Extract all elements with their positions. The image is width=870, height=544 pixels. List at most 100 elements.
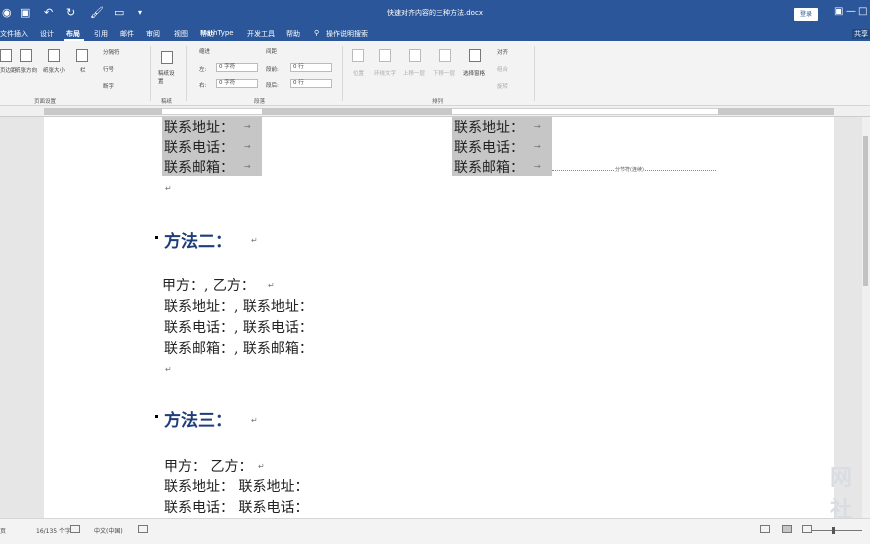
orientation-label: 纸张方向	[15, 68, 38, 74]
ribbon-tabs: 文件 插入 设计 布局 引用 邮件 审阅 视图 帮助 MathType 开发工具…	[0, 27, 870, 41]
zoom-slider[interactable]	[812, 530, 862, 531]
document-title: 快速对齐内容的三种方法.docx	[387, 9, 483, 17]
section-break-label: 分节符(连续)	[614, 166, 645, 173]
breaks-dropdown[interactable]: 分隔符	[103, 48, 120, 56]
page-setup-group-label: 页面设置	[34, 99, 57, 105]
wrap-text-icon[interactable]	[379, 49, 391, 62]
heading-bullet	[155, 236, 158, 239]
contact-phone-right: 联系电话：	[454, 140, 524, 156]
tab-design[interactable]: 设计	[40, 29, 54, 39]
method-two-line-3: 联系电话：, 联系电话：	[164, 320, 313, 336]
method-three-line-3: 联系电话： 联系电话：	[164, 500, 309, 516]
tab-mark: →	[534, 162, 541, 171]
tab-layout[interactable]: 布局	[66, 29, 80, 39]
title-bar: ◉ ▣ ↶ ↻ 🖌 ▭ ▾ 快速对齐内容的三种方法.docx 登录 ▣ — □	[0, 0, 870, 27]
print-layout-icon[interactable]	[782, 525, 792, 533]
redo-icon[interactable]: ↻	[66, 6, 75, 20]
paragraph-group-label: 段落	[254, 99, 266, 105]
bring-forward-icon[interactable]	[409, 49, 421, 62]
customize-qa-icon[interactable]: ▾	[138, 6, 142, 20]
manuscript-label: 稿纸设置	[158, 71, 175, 85]
word-count[interactable]: 16/135 个字	[36, 526, 71, 535]
tell-me-search[interactable]: 操作说明搜索	[326, 29, 368, 39]
size-icon[interactable]	[48, 49, 60, 62]
language-indicator[interactable]: 中文(中国)	[94, 526, 123, 535]
tab-mark: →	[244, 142, 251, 151]
spacing-heading: 间距	[266, 49, 278, 55]
ruler-margin	[44, 108, 162, 115]
undo-icon[interactable]: ↶	[44, 6, 53, 20]
method-three-line-2: 联系地址： 联系地址：	[164, 479, 309, 495]
spacing-after-label: 段后:	[266, 83, 279, 89]
method-two-line-2: 联系地址：, 联系地址：	[164, 299, 313, 315]
selection-pane-icon[interactable]	[469, 49, 481, 62]
margins-icon[interactable]	[0, 49, 12, 62]
tab-file[interactable]: 文件	[0, 29, 14, 39]
tab-review[interactable]: 审阅	[146, 29, 160, 39]
manuscript-group-label: 稿纸	[161, 99, 173, 105]
accessibility-icon[interactable]	[138, 525, 148, 533]
minimize-button[interactable]: —	[846, 6, 856, 17]
line-numbers-dropdown[interactable]: 行号	[103, 65, 114, 73]
web-layout-icon[interactable]	[802, 525, 812, 533]
screen-icon[interactable]: ▭	[114, 6, 124, 20]
send-backward-icon[interactable]	[439, 49, 451, 62]
indent-right-field[interactable]: 0 字符	[216, 79, 258, 88]
tab-mark: →	[244, 122, 251, 131]
method-two-heading: 方法二：	[164, 232, 232, 252]
spacing-after-field[interactable]: 0 行	[290, 79, 332, 88]
document-area: 联系地址： → 联系电话： → 联系邮箱： → ↵ 联系地址： → 联系电话： …	[0, 117, 870, 518]
tab-developer[interactable]: 开发工具	[247, 29, 275, 39]
group-separator	[150, 46, 151, 101]
ribbon-display-icon[interactable]: ▣	[834, 6, 843, 17]
horizontal-ruler[interactable]	[0, 106, 870, 117]
ruler-column-gap	[262, 108, 452, 115]
share-button[interactable]: 共享	[852, 29, 870, 39]
columns-label: 栏	[80, 68, 86, 74]
proofing-icon[interactable]	[70, 525, 80, 533]
document-page[interactable]	[44, 117, 834, 518]
indent-left-field[interactable]: 0 字符	[216, 63, 258, 72]
position-label: 位置	[353, 71, 365, 77]
group-dropdown[interactable]: 组合	[497, 65, 508, 73]
contact-phone-left: 联系电话：	[164, 140, 234, 156]
save-icon[interactable]: ▣	[20, 6, 30, 20]
login-button[interactable]: 登录	[794, 8, 818, 21]
method-three-heading: 方法三：	[164, 411, 232, 431]
format-painter-icon[interactable]: 🖌	[90, 6, 104, 20]
tab-help[interactable]: 帮助	[286, 29, 300, 39]
tab-view[interactable]: 视图	[174, 29, 188, 39]
tab-mailings[interactable]: 邮件	[120, 29, 134, 39]
paragraph-mark: ↵	[251, 416, 258, 425]
contact-email-right: 联系邮箱：	[454, 160, 524, 176]
restore-button[interactable]: □	[858, 6, 867, 17]
tab-mathtype[interactable]: MathType	[200, 29, 234, 37]
group-separator	[342, 46, 343, 101]
paragraph-mark: ↵	[165, 365, 172, 374]
contact-address-right: 联系地址：	[454, 120, 524, 136]
rotate-dropdown[interactable]: 旋转	[497, 82, 508, 90]
spacing-before-field[interactable]: 0 行	[290, 63, 332, 72]
read-mode-icon[interactable]	[760, 525, 770, 533]
tab-insert[interactable]: 插入	[14, 29, 28, 39]
paragraph-mark: ↵	[165, 184, 172, 193]
orientation-icon[interactable]	[20, 49, 32, 62]
heading-bullet	[155, 415, 158, 418]
position-icon[interactable]	[352, 49, 364, 62]
zoom-slider-knob[interactable]	[832, 527, 835, 534]
paragraph-mark: ↵	[258, 462, 265, 471]
columns-icon[interactable]	[76, 49, 88, 62]
tab-references[interactable]: 引用	[94, 29, 108, 39]
bring-forward-label: 上移一层	[403, 71, 426, 77]
lightbulb-icon: ⚲	[314, 29, 320, 37]
indent-heading: 缩进	[199, 49, 211, 55]
watermark-logo: 网社	[830, 466, 853, 523]
scrollbar-thumb[interactable]	[863, 136, 868, 286]
hyphenation-dropdown[interactable]: 断字	[103, 82, 114, 90]
manuscript-icon[interactable]	[161, 51, 173, 64]
selection-pane-label: 选择窗格	[463, 71, 486, 77]
autosave-icon[interactable]: ◉	[2, 6, 12, 20]
align-dropdown[interactable]: 对齐	[497, 48, 508, 56]
page-indicator[interactable]: 页	[0, 526, 6, 535]
ruler-margin	[718, 108, 834, 115]
